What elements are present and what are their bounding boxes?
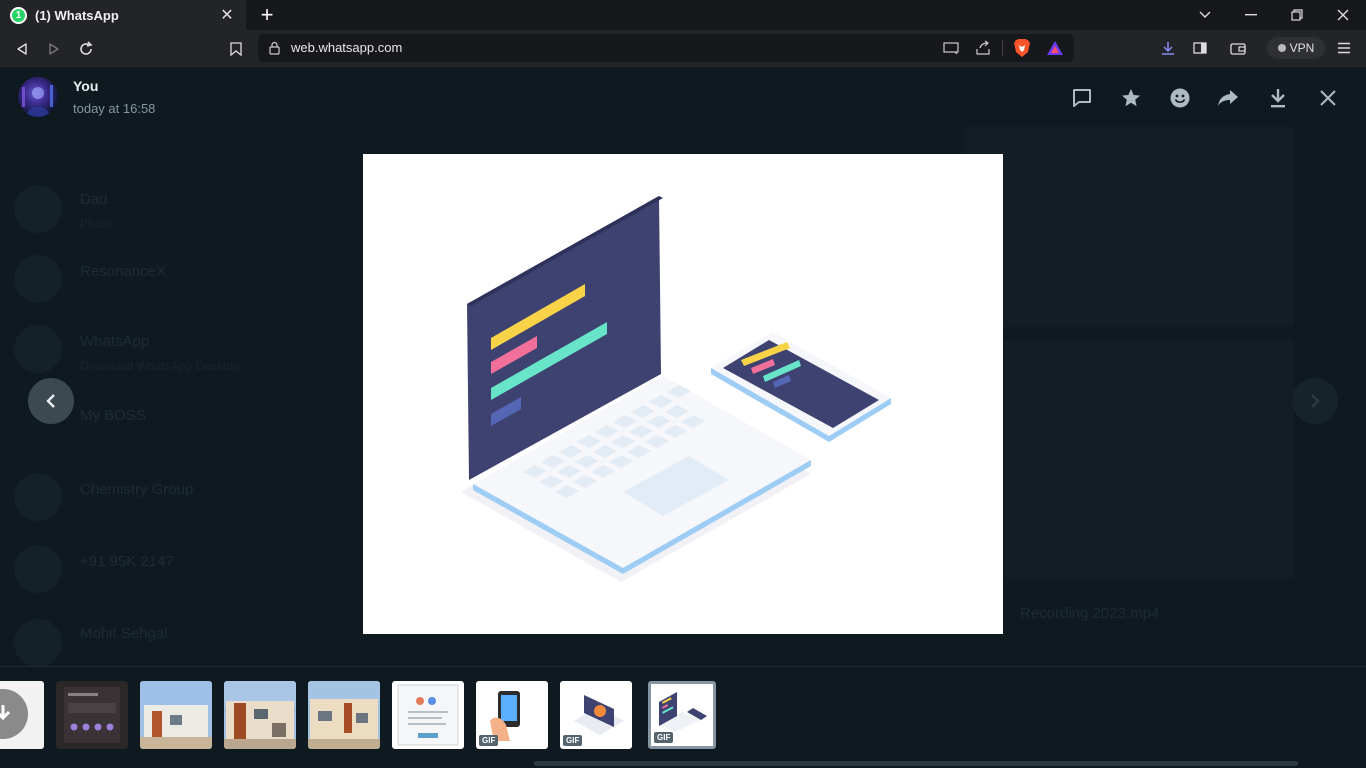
address-divider	[1002, 40, 1003, 56]
menu-icon[interactable]	[1333, 37, 1355, 59]
thumbnail-document-image[interactable]	[392, 681, 464, 749]
bookmark-icon[interactable]	[224, 37, 248, 61]
background-media-card	[1004, 339, 1294, 579]
chat-name: Chemistry Group	[80, 481, 194, 498]
lock-icon	[269, 41, 280, 60]
thumbnail-download[interactable]	[0, 681, 44, 749]
thumbnail-house-photo[interactable]	[308, 681, 380, 749]
background-media-card	[964, 127, 1294, 327]
chat-avatar	[14, 255, 62, 303]
chat-avatar	[14, 325, 62, 373]
chat-avatar	[14, 473, 62, 521]
restore-button[interactable]	[1274, 0, 1320, 30]
download-circle-icon	[0, 689, 28, 739]
tab-close-icon[interactable]: ✕	[218, 5, 236, 25]
whatsapp-favicon-icon: 1	[10, 6, 27, 24]
background-caption: Recording 2023.mp4	[1020, 605, 1160, 622]
url-text: web.whatsapp.com	[291, 40, 403, 55]
wallet-icon[interactable]	[1227, 37, 1249, 59]
forward-button[interactable]	[42, 37, 66, 61]
react-emoji-icon[interactable]	[1166, 84, 1194, 112]
tab-list-chevron-icon[interactable]	[1182, 0, 1228, 30]
star-icon[interactable]	[1117, 84, 1145, 112]
laptop-code-illustration	[461, 196, 891, 582]
chat-name: Mohit Sehgal	[80, 625, 168, 642]
previous-media-button[interactable]	[28, 378, 74, 424]
vpn-button[interactable]: VPN	[1267, 37, 1325, 59]
chat-name: +91 95K 2147	[80, 553, 174, 570]
brave-rewards-icon[interactable]	[1044, 37, 1066, 59]
thumbnail-laptop-coin[interactable]: GIF	[560, 681, 632, 749]
close-window-button[interactable]	[1320, 0, 1366, 30]
minimize-button[interactable]	[1228, 0, 1274, 30]
thumbnails-scrollbar[interactable]	[534, 761, 1298, 766]
media-thumbnails-strip: GIF GIF GIF	[0, 666, 1366, 768]
back-button[interactable]	[10, 37, 34, 61]
chat-name: Dad	[80, 191, 108, 208]
vpn-label: VPN	[1289, 41, 1315, 55]
sidebar-toggle-icon[interactable]	[1189, 37, 1211, 59]
message-timestamp: today at 16:58	[73, 101, 156, 116]
chat-preview: Download WhatsApp Desktop	[80, 359, 240, 373]
tab-whatsapp[interactable]: 1 (1) WhatsApp ✕	[0, 0, 246, 30]
thumbnail-laptop-code-active[interactable]: GIF	[648, 681, 716, 749]
download-icon[interactable]	[1264, 84, 1292, 112]
close-icon[interactable]	[1314, 84, 1342, 112]
gif-badge: GIF	[654, 732, 674, 743]
address-bar[interactable]: web.whatsapp.com	[258, 34, 1074, 62]
gif-badge: GIF	[479, 735, 499, 746]
thumbnail-phone-in-hand[interactable]: GIF	[476, 681, 548, 749]
forward-icon[interactable]	[1214, 84, 1242, 112]
chevron-left-icon	[46, 394, 55, 408]
thumbnail-house-photo[interactable]	[140, 681, 212, 749]
chat-preview: Photo	[80, 217, 112, 231]
media-image	[363, 154, 1003, 634]
chat-avatar	[14, 545, 62, 593]
cast-icon[interactable]	[940, 37, 962, 59]
chevron-right-icon	[1311, 394, 1320, 408]
media-viewer: Dad Photo ResonanceX WhatsApp Download W…	[0, 67, 1366, 768]
sender-avatar[interactable]	[18, 77, 58, 117]
tab-title: (1) WhatsApp	[35, 7, 119, 23]
new-tab-button[interactable]: +	[256, 2, 278, 28]
brave-shields-icon[interactable]	[1011, 37, 1033, 59]
go-to-message-icon[interactable]	[1068, 84, 1096, 112]
thumbnail-house-photo[interactable]	[224, 681, 296, 749]
downloads-icon[interactable]	[1157, 37, 1179, 59]
share-icon[interactable]	[972, 37, 994, 59]
reload-button[interactable]	[74, 37, 98, 61]
next-media-button[interactable]	[1292, 378, 1338, 424]
thumbnail-phone-screenshot[interactable]	[56, 681, 128, 749]
chat-avatar	[14, 619, 62, 667]
chat-name: ResonanceX	[80, 263, 166, 280]
sender-name: You	[73, 78, 99, 94]
gif-badge: GIF	[563, 735, 583, 746]
chat-name: WhatsApp	[80, 333, 150, 350]
vpn-status-icon	[1277, 44, 1286, 52]
browser-tab-bar: 1 (1) WhatsApp ✕ +	[0, 0, 1366, 30]
chat-avatar	[14, 185, 62, 233]
chat-name: My BOSS	[80, 407, 146, 424]
